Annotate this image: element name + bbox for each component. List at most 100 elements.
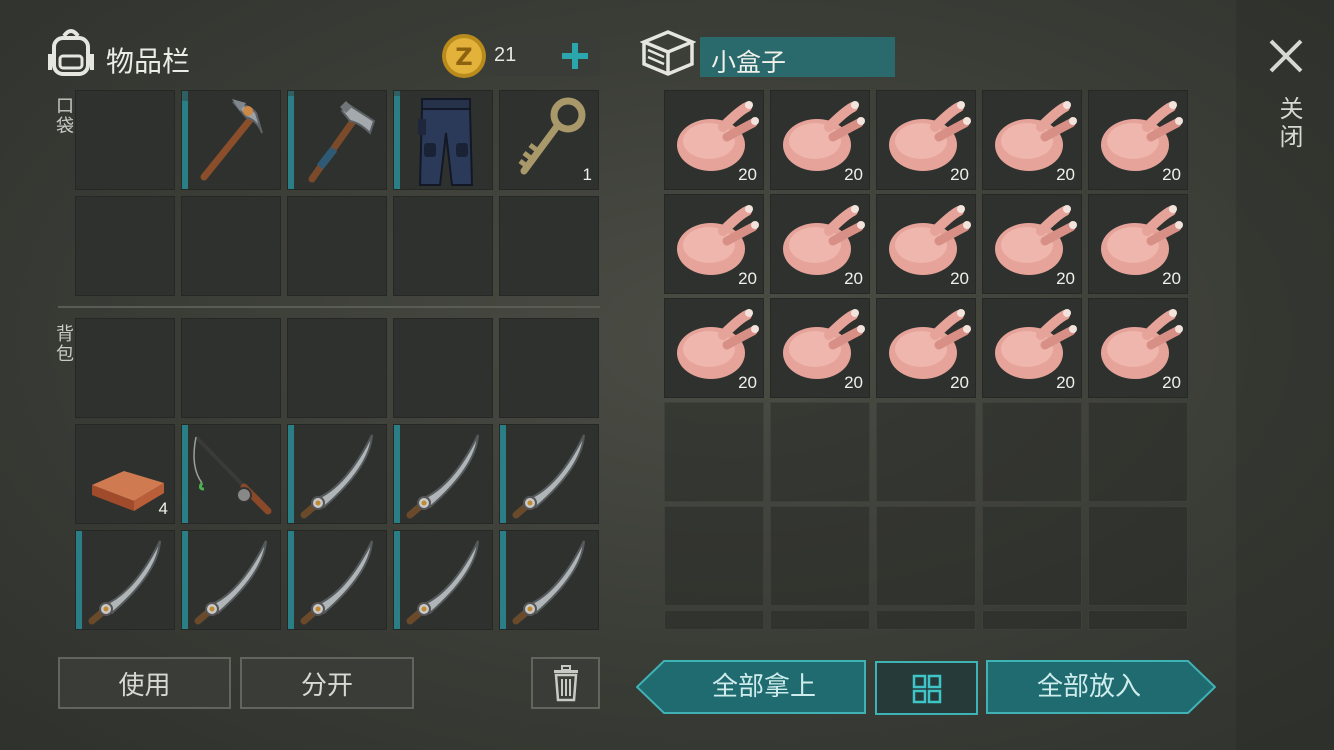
put-all-label: 全部放入 <box>1036 672 1141 702</box>
close-label[interactable]: 关闭 <box>1272 96 1307 152</box>
empty-slot[interactable] <box>664 506 764 606</box>
item-count: 20 <box>738 373 757 392</box>
empty-slot[interactable] <box>982 610 1082 630</box>
empty-slot[interactable] <box>1088 506 1188 606</box>
item-count: 20 <box>1162 373 1181 392</box>
machete-icon <box>290 427 386 523</box>
empty-slot[interactable] <box>181 196 281 296</box>
empty-slot[interactable] <box>982 506 1082 606</box>
slot-machete[interactable] <box>181 530 281 630</box>
item-count: 20 <box>844 165 863 184</box>
empty-slot[interactable] <box>287 318 387 418</box>
slot-chicken[interactable]: 20 <box>982 90 1082 190</box>
slot-pants[interactable] <box>393 90 493 190</box>
slot-chicken[interactable]: 20 <box>664 194 764 294</box>
inventory-title: 物品栏 <box>106 45 191 78</box>
pants-icon <box>417 98 473 186</box>
empty-slot[interactable] <box>770 506 870 606</box>
slot-chicken[interactable]: 20 <box>982 194 1082 294</box>
box-icon <box>640 28 696 78</box>
item-count: 20 <box>950 269 969 288</box>
take-all-label: 全部拿上 <box>711 672 816 702</box>
item-count: 20 <box>1162 269 1181 288</box>
empty-slot[interactable] <box>499 318 599 418</box>
slot-copper-bar[interactable]: 4 <box>75 424 175 524</box>
split-button[interactable]: 分开 <box>240 657 414 709</box>
empty-slot[interactable] <box>1088 402 1188 502</box>
item-count: 20 <box>950 165 969 184</box>
empty-slot[interactable] <box>393 196 493 296</box>
pockets-label: 口袋 <box>53 96 74 136</box>
empty-slot[interactable] <box>393 318 493 418</box>
slot-chicken[interactable]: 20 <box>876 194 976 294</box>
item-count: 20 <box>738 269 757 288</box>
empty-slot[interactable] <box>75 196 175 296</box>
slot-chicken[interactable]: 20 <box>876 90 976 190</box>
empty-slot[interactable] <box>287 196 387 296</box>
machete-icon <box>290 533 386 629</box>
slot-key[interactable]: 1 <box>499 90 599 190</box>
slot-chicken[interactable]: 20 <box>876 298 976 398</box>
grid-icon <box>911 673 943 705</box>
empty-slot[interactable] <box>75 90 175 190</box>
empty-slot[interactable] <box>982 402 1082 502</box>
trash-icon <box>551 664 581 702</box>
slot-chicken[interactable]: 20 <box>770 90 870 190</box>
slot-chicken[interactable]: 20 <box>770 194 870 294</box>
item-count: 20 <box>1162 165 1181 184</box>
take-all-button[interactable]: 全部拿上 <box>636 660 866 714</box>
machete-icon <box>396 427 492 523</box>
pickaxe-icon <box>184 93 280 189</box>
slot-machete[interactable] <box>287 424 387 524</box>
slot-chicken[interactable]: 20 <box>1088 194 1188 294</box>
coin-icon: Z <box>440 32 488 80</box>
sort-button[interactable] <box>875 661 978 715</box>
machete-icon <box>78 533 174 629</box>
empty-slot[interactable] <box>664 610 764 630</box>
empty-slot[interactable] <box>181 318 281 418</box>
empty-slot[interactable] <box>664 402 764 502</box>
slot-chicken[interactable]: 20 <box>1088 90 1188 190</box>
backpack-icon <box>46 26 96 78</box>
empty-slot[interactable] <box>876 402 976 502</box>
slot-chicken[interactable]: 20 <box>770 298 870 398</box>
slot-machete[interactable] <box>499 530 599 630</box>
item-count: 20 <box>950 373 969 392</box>
slot-hatchet[interactable] <box>287 90 387 190</box>
coin-count: 21 <box>494 44 517 66</box>
empty-slot[interactable] <box>499 196 599 296</box>
item-count: 20 <box>844 373 863 392</box>
slot-pickaxe[interactable] <box>181 90 281 190</box>
slot-fishing-rod[interactable] <box>181 424 281 524</box>
slot-machete[interactable] <box>75 530 175 630</box>
add-coins-button[interactable] <box>558 38 592 74</box>
item-count: 20 <box>738 165 757 184</box>
hatchet-icon <box>290 93 386 189</box>
svg-text:Z: Z <box>455 43 472 71</box>
put-all-button[interactable]: 全部放入 <box>986 660 1216 714</box>
slot-chicken[interactable]: 20 <box>982 298 1082 398</box>
empty-slot[interactable] <box>770 610 870 630</box>
close-icon <box>1266 36 1306 76</box>
machete-icon <box>502 427 598 523</box>
slot-chicken[interactable]: 20 <box>1088 298 1188 398</box>
slot-chicken[interactable]: 20 <box>664 90 764 190</box>
empty-slot[interactable] <box>75 318 175 418</box>
empty-slot[interactable] <box>876 610 976 630</box>
empty-slot[interactable] <box>876 506 976 606</box>
close-button[interactable] <box>1266 36 1306 76</box>
slot-chicken[interactable]: 20 <box>664 298 764 398</box>
empty-slot[interactable] <box>770 402 870 502</box>
slot-machete[interactable] <box>393 530 493 630</box>
slot-machete[interactable] <box>287 530 387 630</box>
trash-button[interactable] <box>531 657 600 709</box>
box-title: 小盒子 <box>711 48 787 77</box>
empty-slot[interactable] <box>1088 610 1188 630</box>
slot-machete[interactable] <box>499 424 599 524</box>
machete-icon <box>184 533 280 629</box>
machete-icon <box>502 533 598 629</box>
fishing-rod-icon <box>184 427 280 523</box>
slot-machete[interactable] <box>393 424 493 524</box>
divider <box>58 306 600 308</box>
use-button[interactable]: 使用 <box>58 657 231 709</box>
